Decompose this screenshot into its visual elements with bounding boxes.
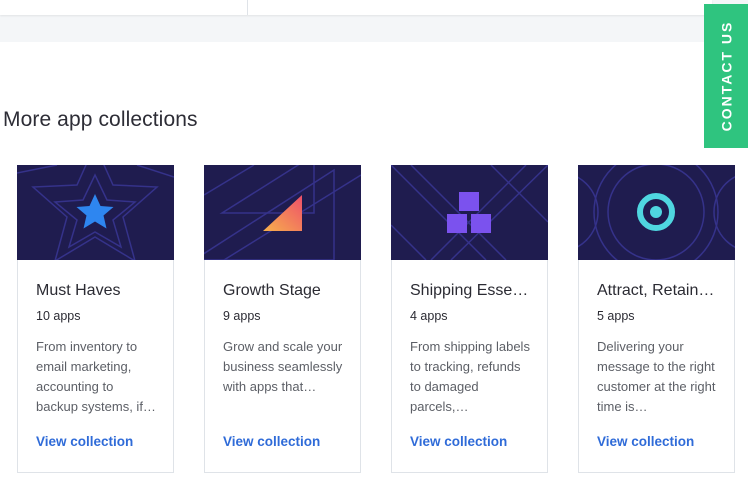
top-divider <box>247 0 248 15</box>
collection-card-growth-stage[interactable]: Growth Stage 9 apps Grow and scale your … <box>204 165 361 473</box>
collection-hero <box>578 165 735 260</box>
collection-name: Must Haves <box>36 282 121 299</box>
contact-us-tab[interactable]: CONTACT US <box>704 4 748 148</box>
collection-count: 10 apps <box>36 309 81 323</box>
collection-hero <box>204 165 361 260</box>
collection-description: Delivering your message to the right cus… <box>597 339 716 414</box>
collection-count: 9 apps <box>223 309 261 323</box>
section-title: More app collections <box>3 108 198 131</box>
collection-hero <box>391 165 548 260</box>
star-icon <box>76 194 114 229</box>
contact-us-label: CONTACT US <box>718 20 735 132</box>
collection-name: Attract, Retain… <box>597 282 715 299</box>
top-strip <box>0 0 748 42</box>
collection-description: From shipping labels to tracking, refund… <box>410 339 530 414</box>
view-collection-link[interactable]: View collection <box>223 434 320 449</box>
collection-card-must-haves[interactable]: Must Haves 10 apps From inventory to ema… <box>17 165 174 473</box>
collection-card-attract-retain[interactable]: Attract, Retain… 5 apps Delivering your … <box>578 165 735 473</box>
top-card <box>0 0 712 15</box>
collection-name: Growth Stage <box>223 282 321 299</box>
boxes-icon <box>447 192 491 233</box>
view-collection-link[interactable]: View collection <box>410 434 507 449</box>
collection-hero <box>17 165 174 260</box>
collection-name: Shipping Esse… <box>410 282 529 299</box>
collection-count: 4 apps <box>410 309 448 323</box>
collection-description: Grow and scale your business seamlessly … <box>223 339 343 394</box>
view-collection-link[interactable]: View collection <box>36 434 133 449</box>
collection-description: From inventory to email marketing, accou… <box>36 339 156 414</box>
collection-count: 5 apps <box>597 309 635 323</box>
target-icon <box>637 193 675 231</box>
view-collection-link[interactable]: View collection <box>597 434 694 449</box>
collection-card-shipping-essentials[interactable]: Shipping Esse… 4 apps From shipping labe… <box>391 165 548 473</box>
